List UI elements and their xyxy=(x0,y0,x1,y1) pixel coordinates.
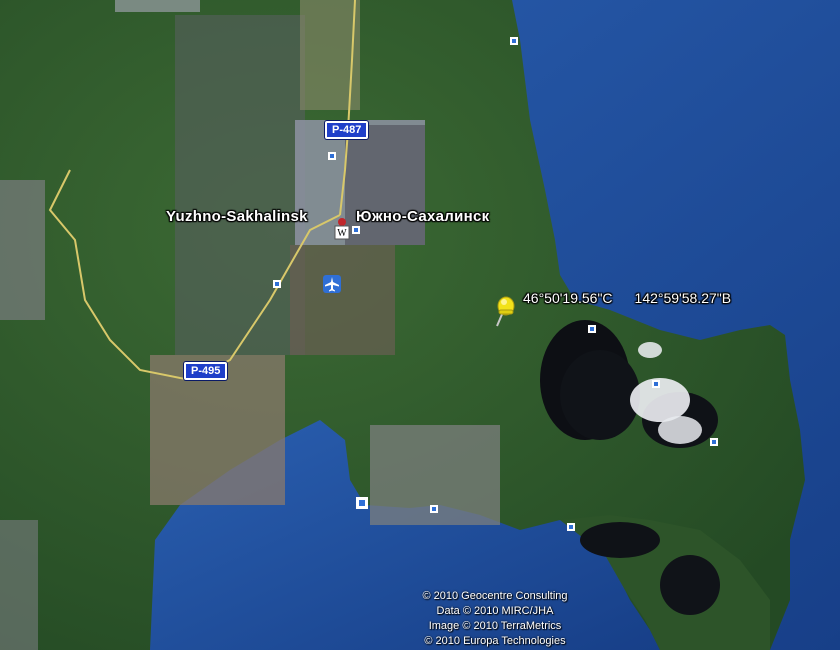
placemark-pin-icon[interactable] xyxy=(488,292,518,328)
placemark-coordinates: 46°50'19.56"С 142°59'58.27"В xyxy=(523,290,753,306)
placemark-latitude: 46°50'19.56"С xyxy=(523,290,613,306)
lake xyxy=(560,350,640,440)
poi-marker-icon[interactable] xyxy=(352,226,360,234)
copyright-line: Data © 2010 MIRC/JHA xyxy=(436,605,554,617)
copyright-line: © 2010 Europa Technologies xyxy=(424,635,566,647)
road-shield-r495[interactable]: Р-495 xyxy=(184,362,228,380)
poi-marker-icon[interactable] xyxy=(510,37,518,45)
poi-marker-icon[interactable] xyxy=(430,505,438,513)
copyright-line: © 2010 Geocentre Consulting xyxy=(422,590,568,602)
poi-marker-icon[interactable] xyxy=(273,280,281,288)
poi-marker-icon[interactable] xyxy=(588,325,596,333)
poi-marker-icon[interactable] xyxy=(356,497,368,509)
copyright-line: Image © 2010 TerraMetrics xyxy=(428,620,562,632)
lake xyxy=(660,555,720,615)
svg-text:W: W xyxy=(337,228,347,239)
city-label-cyrillic[interactable]: Южно-Сахалинск xyxy=(356,208,489,225)
airport-icon[interactable] xyxy=(323,275,341,293)
city-label-latin[interactable]: Yuzhno-Sakhalinsk xyxy=(166,208,308,225)
satellite-map[interactable]: Р-487 Р-495 Yuzhno-Sakhalinsk Южно-Сахал… xyxy=(0,0,840,650)
poi-marker-icon[interactable] xyxy=(328,152,336,160)
lake xyxy=(580,522,660,558)
poi-marker-icon[interactable] xyxy=(652,380,660,388)
copyright-attribution: © 2010 Geocentre Consulting Data © 2010 … xyxy=(380,589,610,649)
poi-marker-icon[interactable] xyxy=(567,523,575,531)
map-imagery xyxy=(0,0,840,650)
wikipedia-icon[interactable]: W xyxy=(333,218,351,240)
placemark-longitude: 142°59'58.27"В xyxy=(634,290,732,306)
poi-marker-icon[interactable] xyxy=(710,438,718,446)
road-shield-r487[interactable]: Р-487 xyxy=(325,121,369,139)
